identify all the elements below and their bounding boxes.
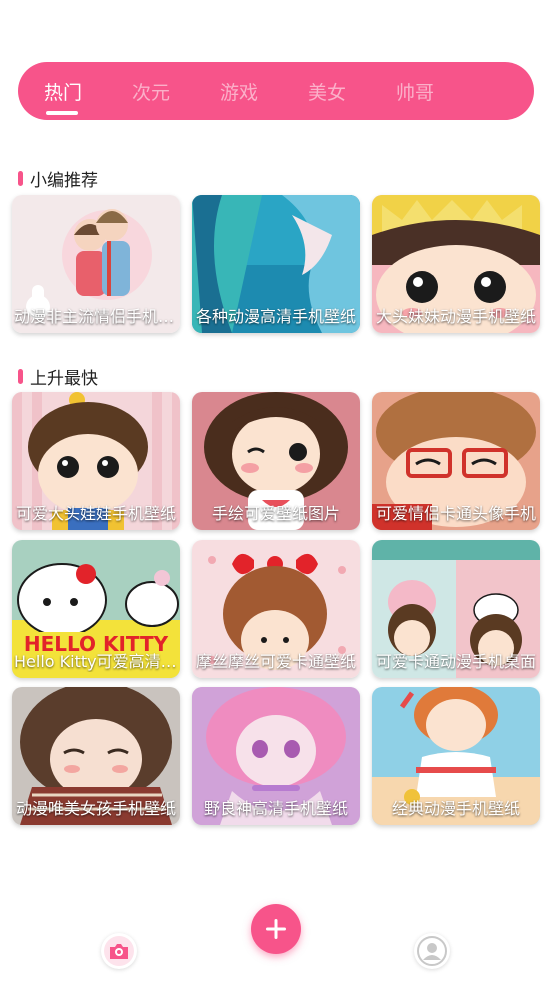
- wallpaper-caption: 可爱卡通动漫手机桌面: [375, 652, 536, 671]
- wallpaper-caption: 手绘可爱壁纸图片: [211, 504, 340, 523]
- wallpaper-card[interactable]: 经典动漫手机壁纸: [372, 687, 540, 825]
- plus-icon: [266, 919, 286, 939]
- section-title-text: 小编推荐: [30, 171, 98, 191]
- section-title-text: 上升最快: [30, 369, 98, 389]
- camera-icon-glyph: [104, 936, 134, 966]
- section-marker: [18, 369, 23, 384]
- wallpaper-caption: 可爱情侣卡通头像手机: [375, 504, 536, 523]
- wallpaper-caption: 大头妹妹动漫手机壁纸: [375, 307, 536, 326]
- wallpaper-caption: 动漫唯美女孩手机壁纸: [15, 799, 176, 818]
- user-icon[interactable]: [414, 933, 450, 969]
- wallpaper-caption: 经典动漫手机壁纸: [391, 799, 520, 818]
- wallpaper-card[interactable]: 野良神高清手机壁纸: [192, 687, 360, 825]
- wallpaper-caption: Hello Kitty可爱高清壁纸: [14, 652, 180, 671]
- wallpaper-caption: 野良神高清手机壁纸: [203, 799, 348, 818]
- wallpaper-card[interactable]: 动漫唯美女孩手机壁纸: [12, 687, 180, 825]
- tab-handsome[interactable]: 帅哥: [396, 78, 484, 105]
- section-marker: [18, 171, 23, 186]
- wallpaper-card[interactable]: 可爱卡通动漫手机桌面: [372, 540, 540, 678]
- tab-hot[interactable]: 热门: [44, 78, 132, 115]
- add-button[interactable]: [251, 904, 301, 954]
- wallpaper-caption: 动漫非主流情侣手机壁纸: [14, 307, 180, 326]
- tab-games[interactable]: 游戏: [220, 78, 308, 105]
- camera-icon[interactable]: [101, 933, 137, 969]
- wallpaper-card[interactable]: 手绘可爱壁纸图片: [192, 392, 360, 530]
- wallpaper-caption: 各种动漫高清手机壁纸: [195, 307, 356, 326]
- wallpaper-caption: 可爱大头娃娃手机壁纸: [15, 504, 176, 523]
- wallpaper-card[interactable]: 可爱大头娃娃手机壁纸: [12, 392, 180, 530]
- wallpaper-card[interactable]: 可爱情侣卡通头像手机: [372, 392, 540, 530]
- tab-ciyuan[interactable]: 次元: [132, 78, 220, 105]
- wallpaper-caption: 摩丝摩丝可爱卡通壁纸: [195, 652, 356, 671]
- wallpaper-card[interactable]: HELLO KITTY Hello Kitty可爱高清壁纸: [12, 540, 180, 678]
- wallpaper-card[interactable]: 摩丝摩丝可爱卡通壁纸: [192, 540, 360, 678]
- section-rising-fastest-title: 上升最快: [18, 364, 98, 389]
- wallpaper-card[interactable]: 大头妹妹动漫手机壁纸: [372, 195, 540, 333]
- wallpaper-card[interactable]: 动漫非主流情侣手机壁纸: [12, 195, 180, 333]
- user-icon-glyph: [417, 936, 447, 966]
- tab-beauty[interactable]: 美女: [308, 78, 396, 105]
- category-tab-bar: 热门 次元 游戏 美女 帅哥: [18, 62, 534, 120]
- wallpaper-card[interactable]: 各种动漫高清手机壁纸: [192, 195, 360, 333]
- section-editor-picks-title: 小编推荐: [18, 166, 98, 191]
